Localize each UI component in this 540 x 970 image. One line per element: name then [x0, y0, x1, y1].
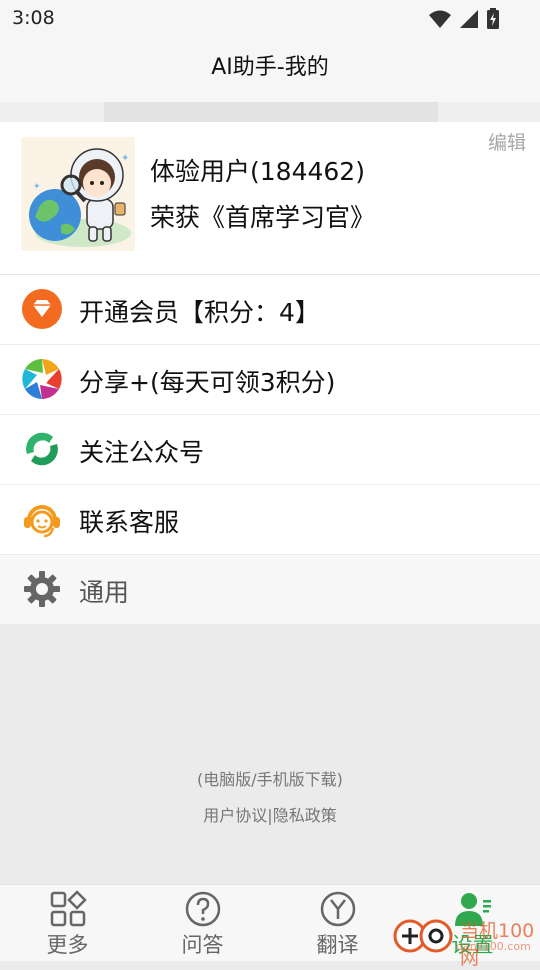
- avatar[interactable]: ✦ ✦: [21, 137, 135, 251]
- menu-item-customer-service[interactable]: 联系客服: [0, 485, 540, 555]
- share-aperture-icon: [22, 359, 62, 399]
- diamond-icon: [22, 289, 62, 329]
- profile-honor: 荣获《首席学习官》: [150, 203, 376, 232]
- signal-icon: [460, 10, 478, 28]
- watermark-logo-icon: [393, 919, 453, 953]
- status-bar: 3:08: [0, 0, 540, 36]
- wifi-icon: [429, 10, 451, 28]
- profile-card[interactable]: ✦ ✦ 体验用户(184462) 荣获《首席学习官》 编辑: [0, 122, 540, 275]
- svg-text:✦: ✦: [121, 153, 129, 164]
- menu-item-label: 通用: [79, 578, 130, 607]
- tab-qa[interactable]: 问答: [135, 885, 270, 961]
- menu-item-label: 开通会员【积分：4】: [79, 298, 320, 327]
- tab-label: 问答: [181, 933, 224, 957]
- menu-item-follow[interactable]: 关注公众号: [0, 415, 540, 485]
- tab-label: 更多: [46, 933, 89, 957]
- menu-item-label: 分享+(每天可领3积分): [79, 368, 336, 397]
- customer-service-icon: [24, 505, 60, 538]
- edit-profile-button[interactable]: 编辑: [488, 128, 526, 155]
- tab-label: 翻译: [316, 933, 359, 957]
- status-icons: [428, 8, 500, 30]
- svg-text:✦: ✦: [33, 182, 41, 192]
- follow-account-icon: [26, 432, 58, 466]
- tab-more[interactable]: 更多: [0, 885, 135, 961]
- page-title: AI助手-我的: [211, 55, 329, 80]
- tab-translate[interactable]: 翻译: [270, 885, 405, 961]
- watermark-url: danji100.com: [456, 940, 531, 953]
- menu-item-share[interactable]: 分享+(每天可领3积分): [0, 345, 540, 415]
- site-watermark: 当机100网 danji100.com: [392, 908, 540, 969]
- battery-icon: [487, 8, 499, 29]
- profile-username: 体验用户(184462): [150, 157, 365, 186]
- user-agreement-link[interactable]: 用户协议: [203, 806, 267, 825]
- question-icon: [185, 891, 221, 927]
- status-time: 3:08: [12, 7, 55, 29]
- grid-icon: [50, 890, 87, 927]
- menu-item-label: 联系客服: [79, 508, 180, 537]
- menu-item-label: 关注公众号: [79, 438, 205, 467]
- header-divider: [0, 102, 540, 122]
- menu-item-general[interactable]: 通用: [0, 555, 540, 625]
- app-header: AI助手-我的: [0, 36, 540, 102]
- download-link[interactable]: (电脑版/手机版下载): [0, 766, 540, 790]
- privacy-policy-link[interactable]: 隐私政策: [273, 806, 337, 825]
- translate-icon: [320, 891, 356, 927]
- gear-icon: [24, 571, 60, 607]
- legal-links: 用户协议|隐私政策: [0, 802, 540, 826]
- menu-item-vip[interactable]: 开通会员【积分：4】: [0, 275, 540, 345]
